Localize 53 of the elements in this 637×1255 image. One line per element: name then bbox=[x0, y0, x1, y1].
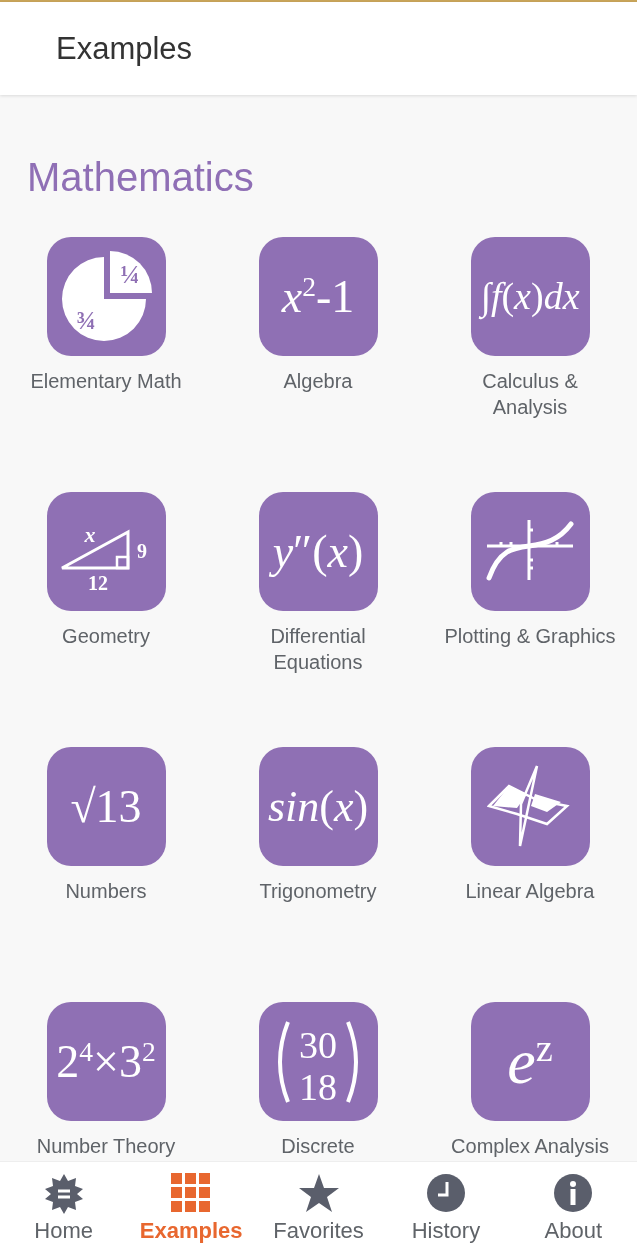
formula-text: sin(x) bbox=[266, 781, 370, 833]
formula-text: x$^{2}$-1 bbox=[280, 269, 356, 324]
category-label: Algebra bbox=[282, 369, 354, 394]
category-label: Elementary Math bbox=[29, 369, 183, 394]
binomial-number: 30 bbox=[299, 1023, 337, 1066]
side-label: 9 bbox=[137, 539, 147, 562]
category-tile[interactable]: 30 18 bbox=[258, 1002, 378, 1121]
formula-text: 2$^{4}$×3$^{2}$ bbox=[55, 1034, 157, 1089]
category-tile[interactable]: sin(x) bbox=[258, 747, 378, 866]
section-title: Mathematics bbox=[27, 154, 255, 201]
category-label: Trigonometry bbox=[258, 879, 378, 904]
grid-icon bbox=[170, 1172, 213, 1214]
category-tile[interactable]: x 9 12 bbox=[46, 492, 166, 611]
fraction-label: ¼ bbox=[120, 259, 140, 289]
formula-text: ∫f(x)dx bbox=[475, 272, 585, 321]
category-tile[interactable] bbox=[470, 747, 590, 866]
nav-tab[interactable]: Favorites bbox=[254, 1162, 383, 1255]
category-label: Linear Algebra bbox=[464, 879, 596, 904]
category-label: Plotting & Graphics bbox=[443, 624, 617, 649]
formula-text: √13 bbox=[69, 779, 143, 834]
clock-icon bbox=[424, 1172, 467, 1214]
nav-tab[interactable]: About bbox=[509, 1162, 637, 1255]
category-tile[interactable] bbox=[470, 492, 590, 611]
category-tile[interactable]: ¼ ¾ bbox=[46, 237, 166, 356]
category-tile[interactable]: √13 bbox=[46, 747, 166, 866]
parenthesis-icon bbox=[278, 1020, 358, 1103]
page-title: Examples bbox=[56, 30, 193, 67]
category-tile[interactable]: 2$^{4}$×3$^{2}$ bbox=[46, 1002, 166, 1121]
formula-text: e$^{z}$ bbox=[506, 1024, 554, 1099]
category-label: Differential Equations bbox=[269, 624, 367, 675]
fraction-label: ¾ bbox=[76, 305, 96, 335]
formula-text: y″(x) bbox=[267, 522, 369, 581]
category-tile[interactable]: e$^{z}$ bbox=[470, 1002, 590, 1121]
category-label: Geometry bbox=[61, 624, 151, 649]
nav-tab[interactable]: Examples bbox=[127, 1162, 255, 1255]
nav-tab[interactable]: Home bbox=[0, 1162, 128, 1255]
category-tile[interactable]: x$^{2}$-1 bbox=[258, 237, 378, 356]
binomial-number: 18 bbox=[299, 1065, 337, 1108]
info-icon bbox=[552, 1172, 595, 1214]
right-triangle-icon bbox=[60, 528, 130, 569]
pie-slice-icon bbox=[110, 250, 152, 293]
pie-chart-icon bbox=[62, 256, 146, 341]
nav-tab[interactable]: History bbox=[382, 1162, 510, 1255]
category-label: Calculus & Analysis bbox=[481, 369, 579, 420]
star-icon bbox=[297, 1172, 340, 1214]
category-label: Complex Analysis bbox=[450, 1134, 610, 1159]
side-label: x bbox=[84, 521, 96, 547]
category-label: Discrete bbox=[280, 1134, 356, 1159]
category-label: Numbers bbox=[64, 879, 148, 904]
category-label: Number Theory bbox=[35, 1134, 177, 1159]
category-tile[interactable]: y″(x) bbox=[258, 492, 378, 611]
category-tile[interactable]: ∫f(x)dx bbox=[470, 237, 590, 356]
side-label: 12 bbox=[88, 571, 108, 592]
